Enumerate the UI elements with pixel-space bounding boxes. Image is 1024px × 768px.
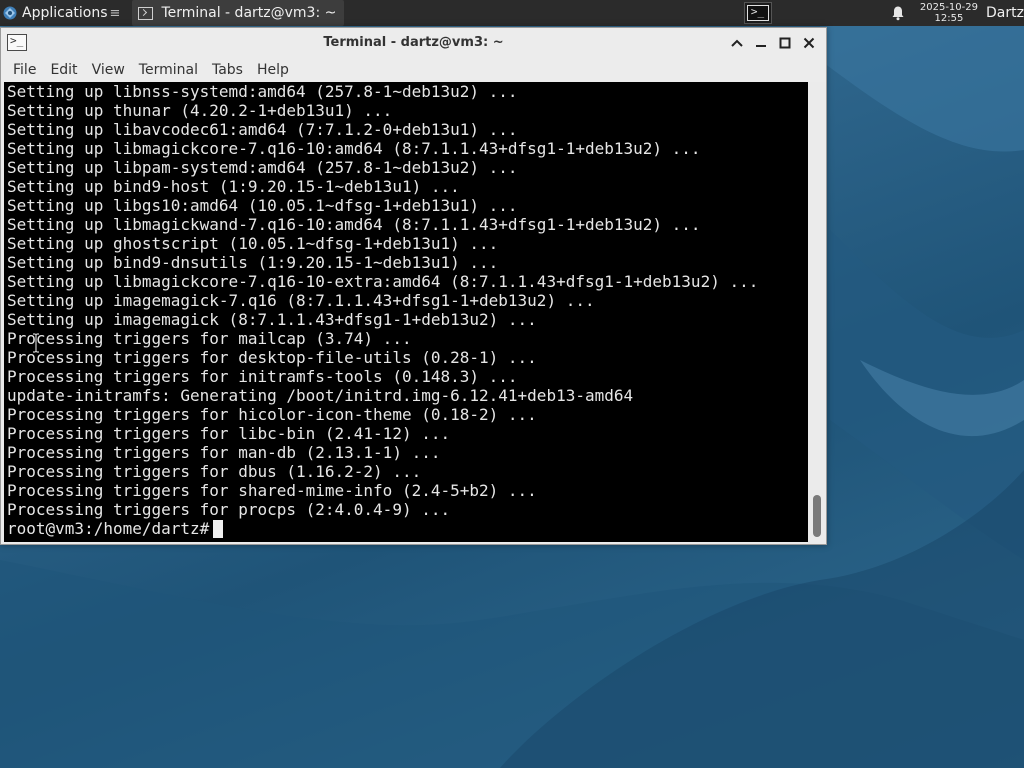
bell-icon[interactable] [890, 5, 906, 21]
terminal-line: Processing triggers for mailcap (3.74) .… [7, 329, 412, 348]
menu-view[interactable]: View [85, 62, 132, 78]
close-button[interactable] [798, 33, 820, 53]
clock-date: 2025-10-29 [919, 2, 978, 13]
terminal-line: update-initramfs: Generating /boot/initr… [7, 386, 634, 405]
clock-time: 12:55 [934, 13, 964, 24]
shade-button[interactable] [726, 33, 748, 53]
terminal-line: Processing triggers for procps (2:4.0.4-… [7, 500, 451, 519]
menu-terminal[interactable]: Terminal [132, 62, 205, 78]
terminal-line: Setting up thunar (4.20.2-1+deb13u1) ... [7, 101, 393, 120]
terminal-line: Processing triggers for libc-bin (2.41-1… [7, 424, 451, 443]
terminal-launcher-icon: >_ [746, 5, 769, 21]
menu-bar: File Edit View Terminal Tabs Help [1, 58, 826, 82]
window-controls [726, 33, 820, 53]
menu-help[interactable]: Help [250, 62, 296, 78]
minimize-icon [756, 45, 766, 47]
terminal-line: Setting up libmagickwand-7.q16-10:amd64 … [7, 215, 701, 234]
terminal-line: Setting up libmagickcore-7.q16-10-extra:… [7, 272, 759, 291]
terminal-line: Processing triggers for shared-mime-info… [7, 481, 537, 500]
taskbar-item-terminal[interactable]: Terminal - dartz@vm3: ~ [132, 0, 345, 26]
terminal-line: Setting up libmagickcore-7.q16-10:amd64 … [7, 139, 701, 158]
terminal-scrollbar[interactable] [808, 82, 825, 542]
clock[interactable]: 2025-10-29 12:55 [920, 2, 978, 24]
menu-tabs[interactable]: Tabs [205, 62, 250, 78]
terminal-output[interactable]: Setting up libnss-systemd:amd64 (257.8-1… [4, 82, 808, 542]
terminal-line: Setting up imagemagick (8:7.1.1.43+dfsg1… [7, 310, 537, 329]
prompt-line[interactable]: root@vm3:/home/dartz# [7, 519, 758, 538]
terminal-icon [138, 6, 154, 20]
window-title: Terminal - dartz@vm3: ~ [323, 35, 504, 50]
shell-prompt: root@vm3:/home/dartz# [7, 519, 210, 538]
terminal-line: Processing triggers for initramfs-tools … [7, 367, 518, 386]
terminal-line: Setting up libavcodec61:amd64 (7:7.1.2-0… [7, 120, 518, 139]
terminal-lines: Setting up libnss-systemd:amd64 (257.8-1… [7, 82, 758, 538]
mouse-ibeam-cursor-icon [33, 333, 39, 353]
terminal-window: >_ Terminal - dartz@vm3: ~ File Edit Vie… [0, 27, 827, 545]
menu-file[interactable]: File [6, 62, 43, 78]
terminal-line: Setting up libgs10:amd64 (10.05.1~dfsg-1… [7, 196, 518, 215]
terminal-line: Setting up libpam-systemd:amd64 (257.8-1… [7, 158, 518, 177]
terminal-line: Processing triggers for man-db (2.13.1-1… [7, 443, 441, 462]
maximize-button[interactable] [774, 33, 796, 53]
maximize-icon [779, 37, 791, 49]
chevron-up-icon [731, 39, 743, 47]
scrollbar-thumb[interactable] [813, 495, 821, 537]
text-cursor [213, 519, 224, 538]
terminal-line: Processing triggers for dbus (1.16.2-2) … [7, 462, 422, 481]
terminal-line: Setting up ghostscript (10.05.1~dfsg-1+d… [7, 234, 499, 253]
applications-separator: ≡ [109, 5, 121, 21]
title-bar[interactable]: >_ Terminal - dartz@vm3: ~ [1, 28, 826, 58]
terminal-launcher-button[interactable]: >_ [743, 2, 772, 24]
user-menu-button[interactable]: Dartz [986, 5, 1024, 21]
terminal-line: Setting up imagemagick-7.q16 (8:7.1.1.43… [7, 291, 595, 310]
terminal-line: Processing triggers for hicolor-icon-the… [7, 405, 537, 424]
menu-edit[interactable]: Edit [43, 62, 84, 78]
apps-grid-icon [3, 6, 17, 20]
applications-menu-button[interactable]: Applications ≡ [0, 0, 124, 26]
top-panel: Applications ≡ Terminal - dartz@vm3: ~ >… [0, 0, 1024, 26]
taskbar-item-label: Terminal - dartz@vm3: ~ [161, 5, 337, 21]
terminal-line: Processing triggers for desktop-file-uti… [7, 348, 537, 367]
terminal-line: Setting up bind9-dnsutils (1:9.20.15-1~d… [7, 253, 499, 272]
terminal-line: Setting up libnss-systemd:amd64 (257.8-1… [7, 82, 518, 101]
applications-label: Applications [22, 5, 108, 21]
close-icon [803, 37, 815, 49]
minimize-button[interactable] [750, 33, 772, 53]
terminal-line: Setting up bind9-host (1:9.20.15-1~deb13… [7, 177, 460, 196]
